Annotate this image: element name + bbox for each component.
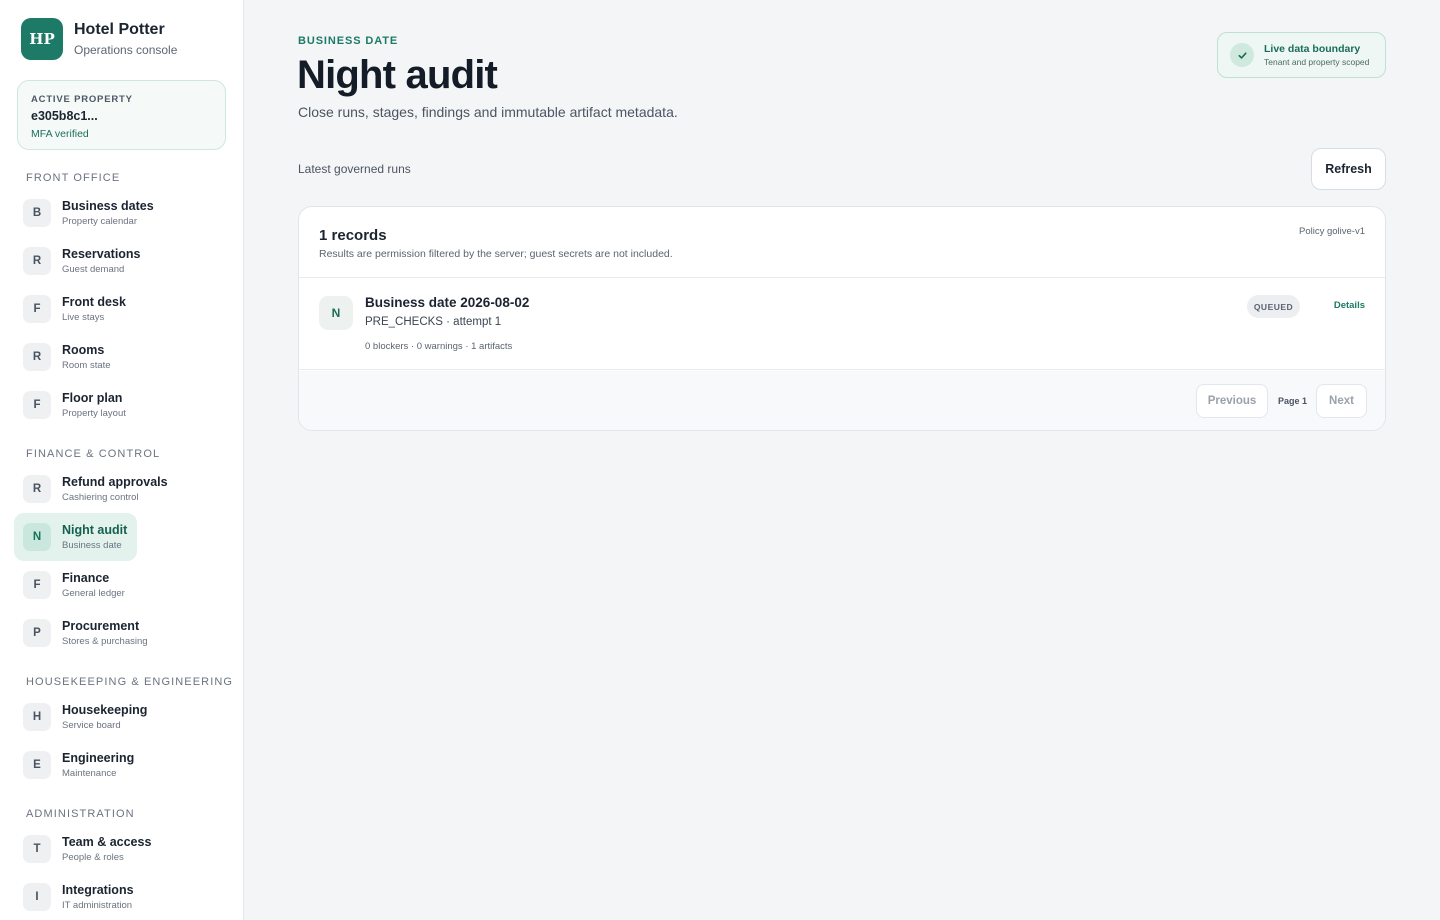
sidebar-item-rooms[interactable]: R Rooms Room state xyxy=(14,333,121,381)
policy-label: Policy golive-v1 xyxy=(1299,226,1365,237)
nav-section-title: FRONT OFFICE xyxy=(26,172,121,184)
sidebar-item-label: Engineering xyxy=(62,750,135,765)
sidebar-item-procurement[interactable]: P Procurement Stores & purchasing xyxy=(14,609,158,657)
pagination: Previous Page 1 Next xyxy=(299,371,1385,430)
sidebar-item-sublabel: People & roles xyxy=(62,851,124,863)
sidebar-item-business-dates[interactable]: B Business dates Property calendar xyxy=(14,189,164,237)
list-item[interactable]: N Business date 2026-08-02 PRE_CHECKS · … xyxy=(299,279,1385,370)
status-badge: QUEUED xyxy=(1247,295,1300,318)
nav-badge: F xyxy=(23,571,51,599)
nav-badge: R xyxy=(23,343,51,371)
sidebar-item-finance[interactable]: F Finance General ledger xyxy=(14,561,135,609)
previous-page-button[interactable]: Previous xyxy=(1196,384,1268,418)
nav-badge: F xyxy=(23,295,51,323)
live-data-boundary-badge: Live data boundary Tenant and property s… xyxy=(1217,32,1386,78)
sidebar-item-sublabel: Stores & purchasing xyxy=(62,635,148,647)
sidebar-item-label: Housekeeping xyxy=(62,702,148,717)
sidebar-item-sublabel: General ledger xyxy=(62,587,125,599)
nav-badge: R xyxy=(23,247,51,275)
sidebar-item-sublabel: Service board xyxy=(62,719,121,731)
brand-subtitle: Operations console xyxy=(74,43,178,57)
sidebar-item-label: Business dates xyxy=(62,198,154,213)
sidebar-item-sublabel: Cashiering control xyxy=(62,491,139,503)
run-stage: PRE_CHECKS · attempt 1 xyxy=(365,316,502,328)
sidebar-item-sublabel: Guest demand xyxy=(62,263,125,275)
sidebar-item-label: Team & access xyxy=(62,834,152,849)
sidebar-item-label: Finance xyxy=(62,570,110,585)
sidebar-item-sublabel: Property calendar xyxy=(62,215,137,227)
sidebar-item-sublabel: Room state xyxy=(62,359,111,371)
nav-badge: N xyxy=(23,523,51,551)
records-count: 1 records xyxy=(319,227,387,244)
mfa-status: MFA verified xyxy=(31,128,89,140)
sidebar-item-sublabel: Business date xyxy=(62,539,122,551)
nav-badge: E xyxy=(23,751,51,779)
sidebar-item-label: Reservations xyxy=(62,246,141,261)
sidebar: HP Hotel Potter Operations console ACTIV… xyxy=(0,0,244,920)
sidebar-item-label: Procurement xyxy=(62,618,140,633)
sidebar-item-sublabel: IT administration xyxy=(62,899,133,911)
nav-badge: I xyxy=(23,883,51,911)
brand-logo: HP xyxy=(21,18,63,60)
active-property-label: ACTIVE PROPERTY xyxy=(31,94,133,105)
boundary-subtitle: Tenant and property scoped xyxy=(1264,56,1370,67)
page-indicator: Page 1 xyxy=(1278,396,1308,406)
sidebar-item-label: Floor plan xyxy=(62,390,123,405)
brand[interactable]: HP Hotel Potter Operations console xyxy=(21,18,177,60)
sidebar-item-label: Front desk xyxy=(62,294,126,309)
nav-badge: H xyxy=(23,703,51,731)
sidebar-item-label: Integrations xyxy=(62,882,134,897)
nav-section-title: ADMINISTRATION xyxy=(26,808,135,820)
run-avatar: N xyxy=(319,296,353,330)
sidebar-item-floor-plan[interactable]: F Floor plan Property layout xyxy=(14,381,136,429)
page-title: Night audit xyxy=(297,53,498,97)
sidebar-item-team-access[interactable]: T Team & access People & roles xyxy=(14,825,161,873)
sidebar-item-night-audit[interactable]: N Night audit Business date xyxy=(14,513,138,561)
page-eyebrow: BUSINESS DATE xyxy=(298,35,399,47)
sidebar-item-engineering[interactable]: E Engineering Maintenance xyxy=(14,741,144,789)
runs-card: 1 records Results are permission filtere… xyxy=(298,206,1386,431)
run-meta: 0 blockers · 0 warnings · 1 artifacts xyxy=(365,341,513,352)
nav-badge: P xyxy=(23,619,51,647)
sidebar-item-label: Night audit xyxy=(62,522,128,537)
runs-section-label: Latest governed runs xyxy=(298,162,411,176)
brand-name: Hotel Potter xyxy=(74,21,165,38)
refresh-button[interactable]: Refresh xyxy=(1311,148,1386,190)
check-icon xyxy=(1230,43,1254,67)
page-subtitle: Close runs, stages, findings and immutab… xyxy=(298,104,678,120)
next-page-button[interactable]: Next xyxy=(1316,384,1367,418)
sidebar-item-sublabel: Maintenance xyxy=(62,767,117,779)
sidebar-item-sublabel: Live stays xyxy=(62,311,105,323)
sidebar-item-refund-approvals[interactable]: R Refund approvals Cashiering control xyxy=(14,465,178,513)
boundary-title: Live data boundary xyxy=(1264,42,1361,55)
sidebar-item-label: Rooms xyxy=(62,342,105,357)
active-property-id: e305b8c1... xyxy=(31,109,98,123)
records-note: Results are permission filtered by the s… xyxy=(319,248,673,260)
active-property-card[interactable]: ACTIVE PROPERTY e305b8c1... MFA verified xyxy=(17,80,226,150)
run-title: Business date 2026-08-02 xyxy=(365,295,530,310)
nav-badge: R xyxy=(23,475,51,503)
sidebar-item-reservations[interactable]: R Reservations Guest demand xyxy=(14,237,151,285)
nav-section-title: HOUSEKEEPING & ENGINEERING xyxy=(26,676,234,688)
sidebar-item-integrations[interactable]: I Integrations IT administration xyxy=(14,873,144,920)
nav-section-title: FINANCE & CONTROL xyxy=(26,448,161,460)
sidebar-item-front-desk[interactable]: F Front desk Live stays xyxy=(14,285,136,333)
runs-card-header: 1 records Results are permission filtere… xyxy=(299,207,1385,278)
sidebar-item-label: Refund approvals xyxy=(62,474,168,489)
nav-badge: F xyxy=(23,391,51,419)
nav-badge: T xyxy=(23,835,51,863)
details-link[interactable]: Details xyxy=(1334,300,1365,311)
nav-badge: B xyxy=(23,199,51,227)
sidebar-item-housekeeping[interactable]: H Housekeeping Service board xyxy=(14,693,157,741)
sidebar-item-sublabel: Property layout xyxy=(62,407,126,419)
